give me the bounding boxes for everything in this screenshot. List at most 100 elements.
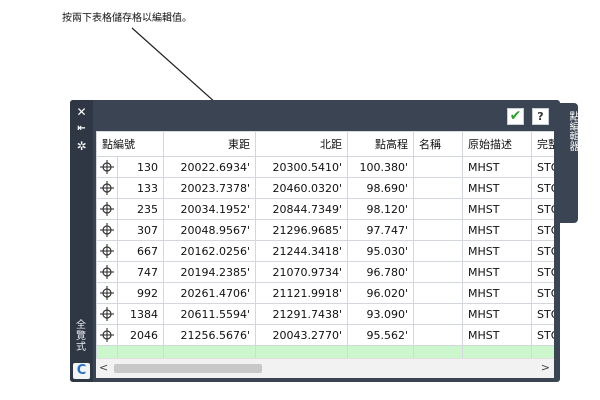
cell-northing[interactable]: 21244.3418' — [255, 240, 348, 262]
cell-point-number[interactable]: 747 — [117, 261, 164, 283]
cell-easting[interactable]: 20034.1952' — [163, 198, 256, 220]
palette-title-text: 全覽式 — [76, 320, 86, 353]
col-header-raw-description[interactable]: 原始描述 — [462, 131, 532, 157]
cell-name[interactable] — [413, 303, 463, 325]
table-row[interactable]: 99220261.4706'21121.9918'96.020' MHSTSTOR… — [96, 282, 554, 304]
table-row[interactable]: 66720162.0256'21244.3418'95.030' MHSTSTOR… — [96, 240, 554, 262]
cell-name[interactable] — [413, 240, 463, 262]
cell-point-number[interactable]: 667 — [117, 240, 164, 262]
point-marker-icon — [96, 219, 118, 241]
col-header-name[interactable]: 名稱 — [413, 131, 463, 157]
cell-full-description[interactable]: STORM — [531, 324, 554, 346]
cell-full-description[interactable]: STORM — [531, 303, 554, 325]
cell-easting[interactable]: 20023.7378' — [163, 177, 256, 199]
cell-easting[interactable]: 21256.5676' — [163, 324, 256, 346]
col-header-easting[interactable]: 東距 — [163, 131, 256, 157]
cell-point-number[interactable]: 235 — [117, 198, 164, 220]
cell-raw-description[interactable]: MHST — [462, 303, 532, 325]
cell-easting[interactable]: 20611.5594' — [163, 303, 256, 325]
point-marker-icon — [96, 303, 118, 325]
cell-raw-description[interactable]: MHST — [462, 177, 532, 199]
table-row[interactable]: 74720194.2385'21070.9734'96.780' MHSTSTOR… — [96, 261, 554, 283]
cell-northing[interactable]: 20460.0320' — [255, 177, 348, 199]
cell-elevation[interactable]: 98.690' — [347, 177, 414, 199]
cell-northing[interactable]: 21121.9918' — [255, 282, 348, 304]
table-row[interactable]: 138420611.5594'21291.7438'93.090' MHSTSTO… — [96, 303, 554, 325]
help-button[interactable]: ? — [532, 108, 549, 125]
properties-icon[interactable]: ✲ — [74, 139, 89, 153]
cell-name[interactable] — [413, 177, 463, 199]
cell-point-number[interactable]: 2046 — [117, 324, 164, 346]
cell-easting[interactable]: 20261.4706' — [163, 282, 256, 304]
cell-point-number[interactable]: 992 — [117, 282, 164, 304]
cell-name[interactable] — [413, 261, 463, 283]
cell-point-number[interactable]: 130 — [117, 156, 164, 178]
cell-raw-description[interactable]: MHST — [462, 261, 532, 283]
cell-point-number[interactable]: 1384 — [117, 303, 164, 325]
col-header-elevation[interactable]: 點高程 — [347, 131, 414, 157]
cell-full-description[interactable]: STORM — [531, 219, 554, 241]
grid-header-row: 點編號 東距 北距 點高程 名稱 原始描述 完整描述 — [96, 131, 554, 157]
cell-name[interactable] — [413, 198, 463, 220]
cell-elevation[interactable]: 96.780' — [347, 261, 414, 283]
point-marker-icon — [96, 324, 118, 346]
cell-northing[interactable]: 21070.9734' — [255, 261, 348, 283]
cell-point-number[interactable]: 133 — [117, 177, 164, 199]
cell-name[interactable] — [413, 282, 463, 304]
col-header-northing[interactable]: 北距 — [255, 131, 348, 157]
cell-raw-description[interactable]: MHST — [462, 156, 532, 178]
cell-raw-description[interactable]: MHST — [462, 282, 532, 304]
cell-name[interactable] — [413, 156, 463, 178]
cell-easting[interactable]: 20194.2385' — [163, 261, 256, 283]
point-marker-icon — [96, 240, 118, 262]
table-row[interactable]: 30720048.9567'21296.9685'97.747' MHSTSTOR… — [96, 219, 554, 241]
cell-raw-description[interactable]: MHST — [462, 198, 532, 220]
cell-raw-description[interactable]: MHST — [462, 219, 532, 241]
col-header-full-description[interactable]: 完整描述 — [531, 131, 554, 157]
palette-title-strip[interactable]: ✕ ⇤ ✲ 全覽式 C — [70, 100, 93, 382]
close-icon[interactable]: ✕ — [74, 105, 89, 119]
table-row[interactable]: 204621256.5676'20043.2770'95.562' MHSTSTO… — [96, 324, 554, 346]
cell-elevation[interactable]: 97.747' — [347, 219, 414, 241]
cell-full-description[interactable]: STORM — [531, 198, 554, 220]
cell-full-description[interactable]: STORM — [531, 261, 554, 283]
point-marker-icon — [96, 177, 118, 199]
horizontal-scrollbar[interactable]: < > — [96, 358, 554, 378]
ok-check-button[interactable]: ✔ — [507, 108, 524, 125]
new-point-row[interactable] — [96, 345, 554, 358]
cell-easting[interactable]: 20022.6934' — [163, 156, 256, 178]
cell-name[interactable] — [413, 219, 463, 241]
cell-elevation[interactable]: 93.090' — [347, 303, 414, 325]
cell-easting[interactable]: 20048.9567' — [163, 219, 256, 241]
cell-elevation[interactable]: 100.380' — [347, 156, 414, 178]
cell-full-description[interactable]: STORM — [531, 177, 554, 199]
cell-point-number[interactable]: 307 — [117, 219, 164, 241]
table-row[interactable]: 13020022.6934'20300.5410'100.380' MHSTSTO… — [96, 156, 554, 178]
cell-elevation[interactable]: 96.020' — [347, 282, 414, 304]
cell-full-description[interactable]: STORM — [531, 282, 554, 304]
cell-full-description[interactable]: STORM — [531, 156, 554, 178]
cell-name[interactable] — [413, 324, 463, 346]
auto-hide-icon[interactable]: ⇤ — [74, 122, 89, 136]
cell-northing[interactable]: 21291.7438' — [255, 303, 348, 325]
cell-northing[interactable]: 21296.9685' — [255, 219, 348, 241]
scroll-left-arrow-icon[interactable]: < — [99, 361, 108, 374]
table-row[interactable]: 23520034.1952'20844.7349'98.120' MHSTSTOR… — [96, 198, 554, 220]
cell-full-description[interactable]: STORM — [531, 240, 554, 262]
table-row[interactable]: 13320023.7378'20460.0320'98.690' MHSTSTOR… — [96, 177, 554, 199]
cell-elevation[interactable]: 95.030' — [347, 240, 414, 262]
point-marker-icon — [96, 156, 118, 178]
cell-raw-description[interactable]: MHST — [462, 240, 532, 262]
point-marker-icon — [96, 198, 118, 220]
cell-elevation[interactable]: 95.562' — [347, 324, 414, 346]
point-marker-icon — [96, 282, 118, 304]
scroll-right-arrow-icon[interactable]: > — [541, 361, 550, 374]
cell-northing[interactable]: 20844.7349' — [255, 198, 348, 220]
col-header-point-number[interactable]: 點編號 — [96, 131, 164, 157]
cell-elevation[interactable]: 98.120' — [347, 198, 414, 220]
cell-easting[interactable]: 20162.0256' — [163, 240, 256, 262]
scrollbar-thumb[interactable] — [114, 364, 262, 373]
cell-northing[interactable]: 20043.2770' — [255, 324, 348, 346]
cell-northing[interactable]: 20300.5410' — [255, 156, 348, 178]
cell-raw-description[interactable]: MHST — [462, 324, 532, 346]
